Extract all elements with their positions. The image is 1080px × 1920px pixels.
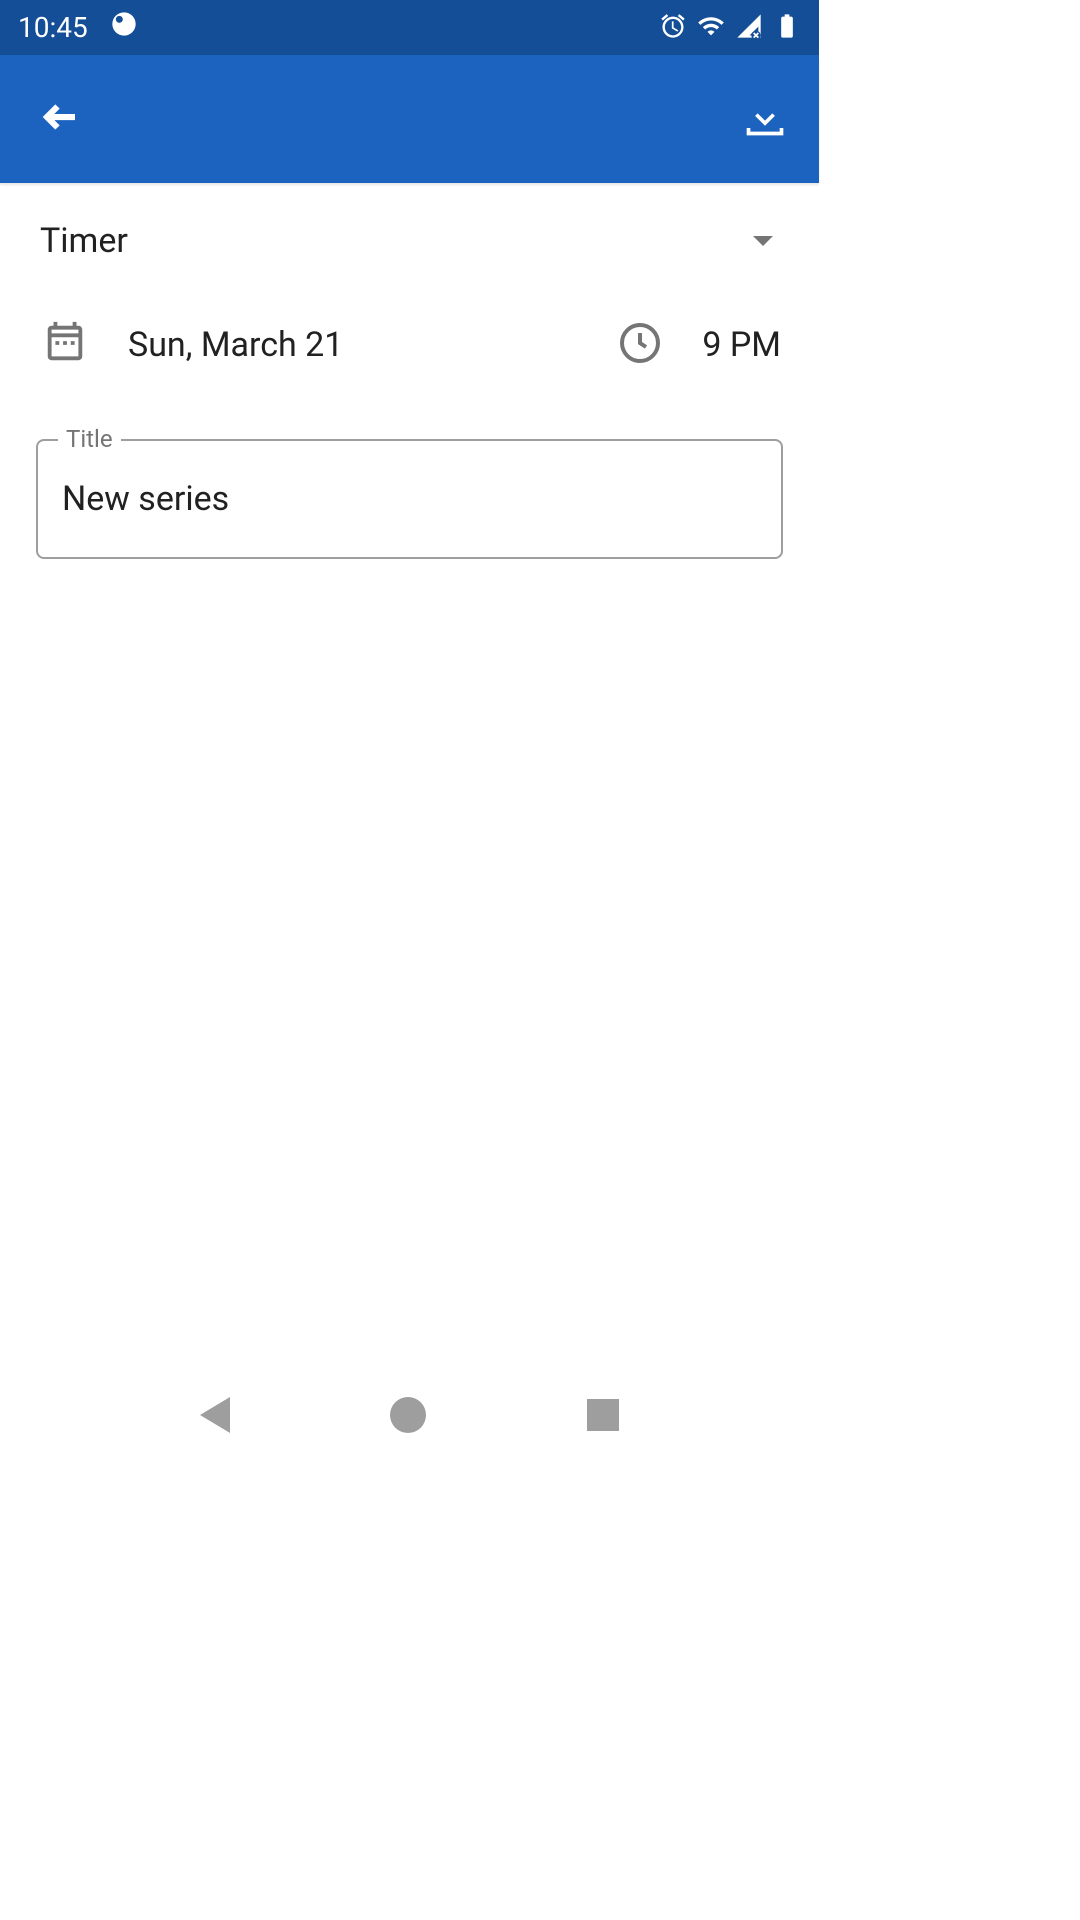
app-bar [0, 55, 819, 183]
clock-icon[interactable] [616, 319, 664, 371]
status-right [659, 12, 801, 44]
time-text[interactable]: 9 PM [702, 325, 781, 365]
calendar-icon[interactable] [42, 320, 88, 370]
date-time-row: Sun, March 21 9 PM [36, 295, 783, 399]
app-indicator-icon [110, 10, 138, 45]
wifi-icon [697, 12, 725, 44]
signal-icon [735, 12, 763, 44]
status-left: 10:45 [18, 10, 138, 45]
alarm-icon [659, 12, 687, 44]
system-nav-bar [0, 1374, 819, 1456]
type-selector[interactable]: Timer [36, 221, 783, 295]
battery-icon [773, 12, 801, 44]
status-bar: 10:45 [0, 0, 819, 55]
type-label: Timer [40, 221, 128, 261]
chevron-down-icon [753, 236, 773, 246]
back-button[interactable] [40, 96, 82, 142]
title-input[interactable] [36, 439, 783, 559]
title-label: Title [58, 425, 121, 453]
save-button[interactable] [743, 95, 787, 143]
nav-recent-icon[interactable] [587, 1399, 619, 1431]
date-text[interactable]: Sun, March 21 [128, 325, 616, 365]
content-area: Timer Sun, March 21 9 PM Title [0, 183, 819, 559]
nav-home-icon[interactable] [390, 1397, 426, 1433]
status-time: 10:45 [18, 11, 88, 44]
title-field: Title [36, 439, 783, 559]
nav-back-icon[interactable] [200, 1397, 230, 1433]
